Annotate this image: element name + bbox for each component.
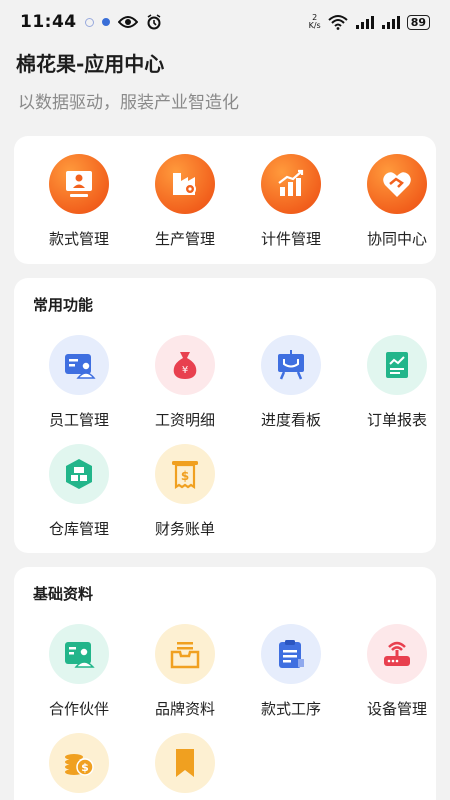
handshake-icon [367, 154, 427, 214]
router-icon [367, 624, 427, 684]
bill-icon: $ [155, 444, 215, 504]
bookmark-icon [155, 733, 215, 793]
function-label: 订单报表 [366, 411, 427, 429]
notification-icon [84, 17, 94, 27]
status-bar: 11:44 2 K/s 89 [0, 0, 450, 44]
basic-label: 合作伙伴 [48, 700, 109, 718]
basic-data-card: 基础资料 合作伙伴 品牌资料 款式工序 设备管理 $ [14, 567, 436, 800]
function-warehouse-management[interactable]: 仓库管理 [29, 444, 129, 539]
alarm-icon [147, 14, 161, 30]
function-order-report[interactable]: 订单报表 [347, 335, 447, 430]
bar-chart-icon [261, 154, 321, 214]
warehouse-icon [49, 444, 109, 504]
net-speed-unit: K/s [308, 21, 321, 30]
factory-gear-icon [155, 154, 215, 214]
wifi-icon [328, 15, 348, 30]
app-label: 计件管理 [260, 230, 321, 248]
basic-style-process[interactable]: 款式工序 [241, 624, 341, 719]
signal-icon-2 [381, 16, 400, 29]
app-style-management[interactable]: 款式管理 [29, 154, 129, 249]
basic-brand-info[interactable]: 品牌资料 [135, 624, 235, 719]
common-functions-card: 常用功能 员工管理 ¥ 工资明细 进度看板 订单报表 仓库管理 $ 财务账单 [14, 278, 436, 553]
app-label: 款式管理 [48, 230, 109, 248]
basic-label: 款式工序 [260, 700, 321, 718]
basic-partners[interactable]: 合作伙伴 [29, 624, 129, 719]
brand-box-icon [155, 624, 215, 684]
function-label: 工资明细 [154, 411, 215, 429]
app-label: 生产管理 [154, 230, 215, 248]
clipboard-icon [261, 624, 321, 684]
app-label: 协同中心 [366, 230, 427, 248]
basic-item-coins[interactable]: $ [29, 733, 129, 800]
money-bag-icon: ¥ [155, 335, 215, 395]
eye-icon [117, 16, 138, 28]
section-title-common: 常用功能 [33, 296, 94, 314]
status-time: 11:44 [20, 12, 77, 32]
page-title: 棉花果-应用中心 [16, 52, 165, 76]
app-collaboration-center[interactable]: 协同中心 [347, 154, 447, 249]
basic-label: 设备管理 [366, 700, 427, 718]
report-icon [367, 335, 427, 395]
page-subtitle: 以数据驱动，服装产业智造化 [18, 93, 239, 113]
app-notification-icon [101, 18, 110, 26]
coins-icon: $ [49, 733, 109, 793]
function-label: 进度看板 [260, 411, 321, 429]
function-label: 员工管理 [48, 411, 109, 429]
function-salary-details[interactable]: ¥ 工资明细 [135, 335, 235, 430]
app-piecework-management[interactable]: 计件管理 [241, 154, 341, 249]
function-label: 财务账单 [154, 520, 215, 538]
function-financial-bill[interactable]: $ 财务账单 [135, 444, 235, 539]
function-progress-board[interactable]: 进度看板 [241, 335, 341, 430]
board-icon [261, 335, 321, 395]
function-label: 仓库管理 [48, 520, 109, 538]
employee-card-icon [49, 335, 109, 395]
network-speed: 2 K/s [309, 14, 321, 30]
person-monitor-icon [49, 154, 109, 214]
basic-equipment-management[interactable]: 设备管理 [347, 624, 447, 719]
app-production-management[interactable]: 生产管理 [135, 154, 235, 249]
basic-label: 品牌资料 [154, 700, 215, 718]
svg-text:$: $ [181, 469, 189, 483]
signal-icon [355, 16, 374, 29]
svg-text:$: $ [81, 761, 89, 774]
page-header: 棉花果-应用中心 [16, 48, 164, 77]
function-employee-management[interactable]: 员工管理 [29, 335, 129, 430]
top-apps-card: 款式管理 生产管理 计件管理 协同中心 [14, 136, 436, 264]
section-title-basic: 基础资料 [33, 585, 94, 603]
svg-text:¥: ¥ [182, 365, 188, 376]
basic-item-bookmark[interactable] [135, 733, 235, 800]
battery-indicator: 89 [406, 14, 430, 30]
partner-icon [49, 624, 109, 684]
